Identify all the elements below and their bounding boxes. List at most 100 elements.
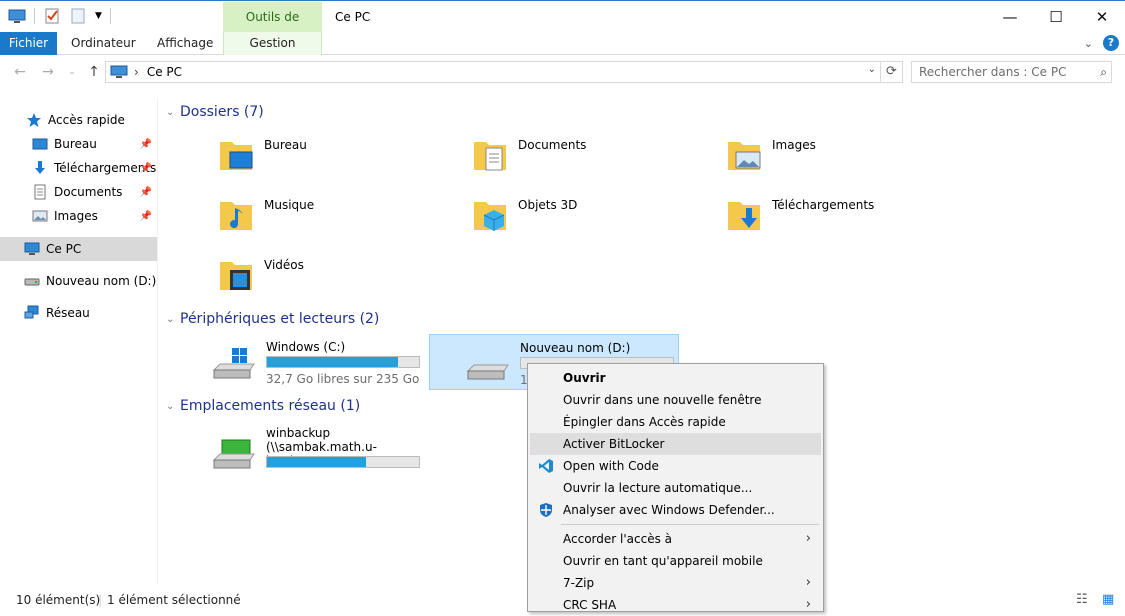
address-bar[interactable]: › Ce PC ⌄ [105, 61, 881, 83]
drive-icon [466, 364, 509, 380]
toolbar-divider [34, 8, 35, 24]
expand-ribbon-icon[interactable]: ⌄ [1084, 37, 1093, 50]
folder-tile[interactable]: Vidéos [218, 254, 304, 294]
help-icon[interactable]: ? [1103, 35, 1119, 51]
recent-locations-icon[interactable]: ⌄ [62, 62, 82, 82]
tab-affichage[interactable]: Affichage [145, 32, 225, 55]
search-icon: ⌕ [1100, 65, 1107, 79]
nav-item-acces-rapide[interactable]: Accès rapide [0, 108, 157, 132]
minimize-button[interactable]: — [987, 1, 1033, 32]
item-count: 10 élément(s) [16, 593, 101, 607]
network-drive-tile[interactable]: winbackup (\\sambak.math.u-bordea... [176, 426, 426, 476]
folder-label: Documents [518, 138, 587, 152]
collapse-chevron-icon[interactable]: ⌄ [166, 314, 180, 325]
network-drive-name: winbackup [266, 426, 331, 440]
folder-label: Bureau [264, 138, 307, 152]
computer-icon[interactable] [8, 7, 26, 25]
folder-tile[interactable]: Téléchargements [726, 194, 874, 234]
nav-label: Ce PC [46, 242, 82, 256]
menu-item-new-window[interactable]: Ouvrir dans une nouvelle fenêtre [530, 389, 821, 411]
up-arrow-icon[interactable]: ↑ [84, 62, 104, 82]
drive-usage-bar [266, 456, 420, 468]
nav-item-images[interactable]: Images 📌 [0, 204, 157, 228]
nav-item-nouveau-nom-d[interactable]: Nouveau nom (D:) [0, 269, 157, 293]
group-header-label: Dossiers (7) [180, 104, 264, 120]
pictures-folder-icon [728, 142, 761, 170]
pin-icon[interactable]: 📌 [140, 211, 152, 222]
drive-name: Nouveau nom (D:) [520, 341, 631, 355]
tab-fichier[interactable]: Fichier [0, 32, 57, 55]
nav-label: Images [54, 209, 98, 223]
menu-item-bitlocker[interactable]: Activer BitLocker [530, 433, 821, 455]
collapse-chevron-icon[interactable]: ⌄ [166, 107, 180, 118]
menu-item-label: Ouvrir dans une nouvelle fenêtre [563, 393, 762, 407]
menu-item-label: Analyser avec Windows Defender... [563, 503, 775, 517]
menu-item-mobile-device[interactable]: Ouvrir en tant qu'appareil mobile [530, 550, 821, 572]
customize-toolbar-icon[interactable]: ▼ [95, 11, 102, 21]
nav-label: Bureau [54, 137, 97, 151]
menu-item-grant-access[interactable]: Accorder l'accès à › [530, 528, 821, 550]
close-button[interactable]: ✕ [1079, 1, 1125, 32]
menu-item-7zip[interactable]: 7-Zip › [530, 572, 821, 594]
menu-item-label: Ouvrir la lecture automatique... [563, 481, 753, 495]
menu-item-ouvrir[interactable]: Ouvrir [530, 367, 821, 389]
back-arrow-icon[interactable]: ← [10, 62, 30, 82]
nav-item-documents[interactable]: Documents 📌 [0, 180, 157, 204]
details-view-icon[interactable]: ☷ [1076, 588, 1088, 612]
folder-label: Vidéos [264, 258, 304, 272]
videos-folder-icon [220, 262, 252, 290]
folder-label: Musique [264, 198, 315, 212]
nav-item-ce-pc[interactable]: Ce PC [0, 237, 157, 261]
breadcrumb-current[interactable]: Ce PC [147, 65, 182, 79]
menu-item-autoplay[interactable]: Ouvrir la lecture automatique... [530, 477, 821, 499]
tiles-view-icon[interactable]: ▦ [1102, 588, 1114, 612]
folder-tile[interactable]: Bureau [218, 134, 307, 174]
title-bar: ▼ Outils de lecteur Ce PC — ☐ ✕ [0, 0, 1125, 54]
pin-icon[interactable]: 📌 [140, 139, 152, 150]
menu-item-crc-sha[interactable]: CRC SHA › [530, 594, 821, 616]
window-title: Ce PC [335, 10, 371, 24]
pictures-icon [32, 210, 48, 222]
menu-item-open-with-code[interactable]: Open with Code [530, 455, 821, 477]
nav-item-bureau[interactable]: Bureau 📌 [0, 132, 157, 156]
address-dropdown-icon[interactable]: ⌄ [868, 64, 876, 75]
network-drive-icon [212, 439, 255, 469]
group-header-dossiers[interactable]: ⌄ Dossiers (7) [166, 102, 264, 122]
menu-item-label: CRC SHA [563, 598, 617, 612]
folder-tile[interactable]: Musique [218, 194, 314, 234]
star-icon [27, 113, 41, 127]
pin-icon[interactable]: 📌 [140, 163, 152, 174]
drive-free-space: 32,7 Go libres sur 235 Go [266, 372, 420, 386]
menu-item-pin-quick-access[interactable]: Épingler dans Accès rapide [530, 411, 821, 433]
tab-gestion[interactable]: Gestion [223, 32, 322, 55]
collapse-chevron-icon[interactable]: ⌄ [166, 401, 180, 412]
tab-ordinateur[interactable]: Ordinateur [59, 32, 148, 55]
folder-tile[interactable]: Images [726, 134, 816, 174]
drive-tile-c[interactable]: Windows (C:) 32,7 Go libres sur 235 Go [176, 334, 426, 390]
refresh-button[interactable]: ⟳ [881, 61, 903, 83]
group-header-peripheriques[interactable]: ⌄ Périphériques et lecteurs (2) [166, 309, 379, 329]
nav-item-reseau[interactable]: Réseau [0, 301, 157, 325]
forward-arrow-icon[interactable]: → [38, 62, 58, 82]
context-menu: Ouvrir Ouvrir dans une nouvelle fenêtre … [527, 363, 824, 612]
menu-item-windows-defender[interactable]: Analyser avec Windows Defender... [530, 499, 821, 521]
nav-item-telechargements[interactable]: Téléchargements 📌 [0, 156, 157, 180]
properties-icon[interactable] [43, 7, 61, 25]
menu-item-label: Accorder l'accès à [563, 532, 672, 546]
breadcrumb-chevron-icon[interactable]: › [134, 65, 139, 79]
drive-usage-bar [266, 356, 420, 368]
window-controls: — ☐ ✕ [987, 1, 1125, 32]
defender-shield-icon [540, 503, 552, 517]
group-header-reseau[interactable]: ⌄ Emplacements réseau (1) [166, 396, 360, 416]
maximize-button[interactable]: ☐ [1033, 1, 1079, 32]
ribbon-tabs: Fichier Ordinateur Affichage Gestion ⌄ ? [0, 32, 1125, 55]
nav-label: Réseau [46, 306, 90, 320]
pin-icon[interactable]: 📌 [140, 187, 152, 198]
desktop-folder-icon [220, 142, 253, 170]
folder-tile[interactable]: Objets 3D [472, 194, 577, 234]
folder-tile[interactable]: Documents [472, 134, 586, 174]
new-folder-icon[interactable] [69, 7, 87, 25]
search-placeholder: Rechercher dans : Ce PC [919, 65, 1067, 79]
search-input[interactable]: Rechercher dans : Ce PC ⌕ [911, 61, 1112, 83]
folder-label: Téléchargements [772, 198, 875, 212]
